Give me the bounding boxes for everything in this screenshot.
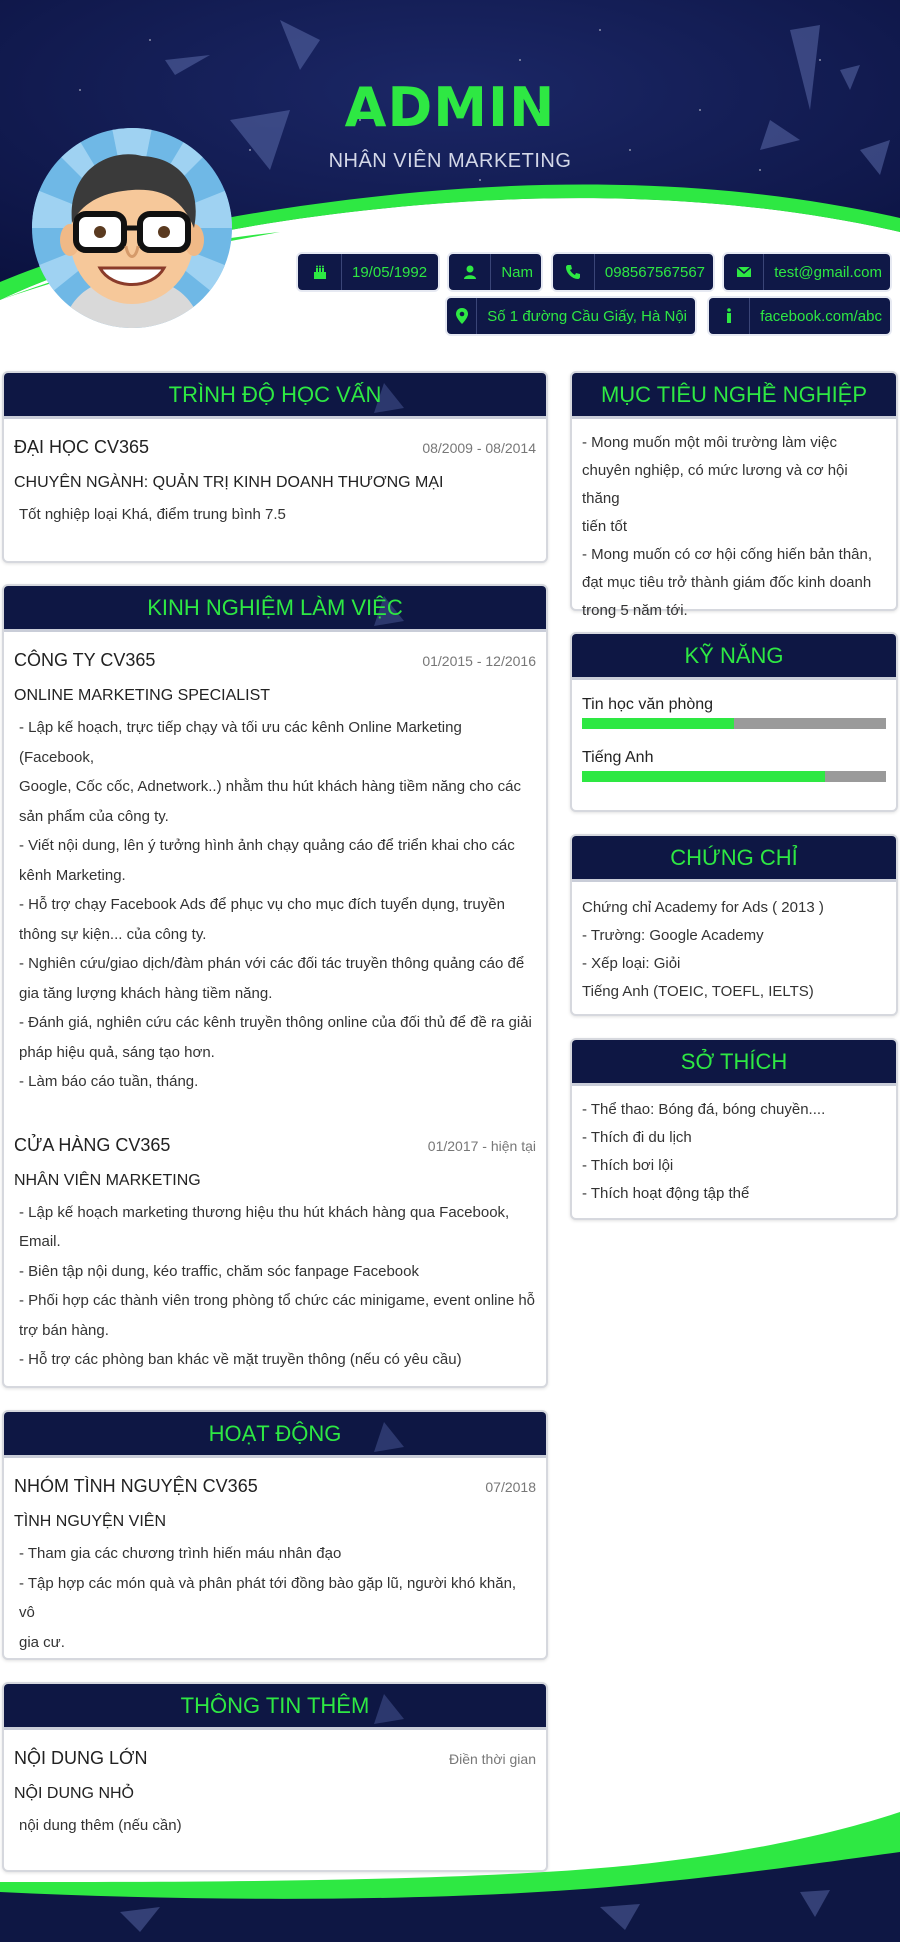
- experience-section: KINH NGHIỆM LÀM VIỆC CÔNG TY CV365 01/20…: [2, 584, 548, 1388]
- envelope-icon: [724, 254, 765, 290]
- hobby-line: - Thích hoạt động tập thể: [582, 1185, 750, 1202]
- phone-icon: [553, 254, 595, 290]
- job-role: NHÂN VIÊN MARKETING: [14, 1171, 201, 1189]
- hobby-line: - Thể thao: Bóng đá, bóng chuyền....: [582, 1101, 826, 1118]
- hobbies-section: SỞ THÍCH - Thể thao: Bóng đá, bóng chuyề…: [570, 1038, 898, 1220]
- additional-date: Điền thời gian: [448, 1751, 536, 1767]
- section-heading: SỞ THÍCH: [572, 1040, 896, 1086]
- skill-item: Tin học văn phòng: [582, 696, 886, 729]
- certificate-line: Tiếng Anh (TOEIC, TOEFL, IELTS): [582, 983, 814, 1000]
- info-icon: [709, 298, 751, 334]
- activity-description: - Tham gia các chương trình hiến máu nhâ…: [19, 1545, 517, 1651]
- major: CHUYÊN NGÀNH: QUẢN TRỊ KINH DOANH THƯƠNG…: [14, 474, 444, 491]
- activity-date: 07/2018: [485, 1479, 536, 1495]
- activity-role: TÌNH NGUYỆN VIÊN: [14, 1513, 167, 1530]
- hobby-line: - Thích đi du lịch: [582, 1129, 692, 1146]
- candidate-name: ADMIN: [344, 76, 556, 139]
- skill-level-bar: [582, 771, 886, 782]
- skill-level-fill: [582, 718, 734, 729]
- footer-background: [0, 1812, 900, 1942]
- job-role: ONLINE MARKETING SPECIALIST: [14, 687, 271, 704]
- job-description: - Lập kế hoạch marketing thương hiệu thu…: [19, 1203, 536, 1369]
- section-heading: TRÌNH ĐỘ HỌC VẤN: [4, 373, 546, 419]
- career-objective-section: MỤC TIÊU NGHỀ NGHIỆP - Mong muốn một môi…: [570, 371, 898, 619]
- job-date: 01/2017 - hiện tại: [427, 1137, 536, 1154]
- skill-item: Tiếng Anh: [582, 749, 886, 782]
- section-heading: MỤC TIÊU NGHỀ NGHIỆP: [572, 373, 896, 419]
- skills-section: KỸ NĂNG Tin học văn phòng Tiếng Anh: [570, 632, 898, 812]
- contact-phone: 098567567567: [551, 252, 715, 292]
- hobby-line: - Thích bơi lội: [582, 1157, 674, 1174]
- objective-line: - Mong muốn có cơ hội cống hiến bản thân…: [582, 546, 873, 563]
- additional-subtitle: NỘI DUNG NHỎ: [14, 1785, 134, 1802]
- objective-line: chuyên nghiệp, có mức lương và cơ hội th…: [582, 462, 848, 507]
- objective-line: tiến tốt: [582, 518, 628, 535]
- certificate-line: Chứng chỉ Academy for Ads ( 2013 ): [582, 899, 824, 916]
- organization-name: NHÓM TÌNH NGUYỆN CV365: [14, 1476, 258, 1496]
- objective-line: đạt mục tiêu trở thành giám đốc kinh doa…: [582, 574, 872, 591]
- objective-line: trong 5 năm tới.: [582, 602, 688, 619]
- section-heading: CHỨNG CHỈ: [572, 836, 896, 882]
- school-name: ĐẠI HỌC CV365: [14, 437, 150, 457]
- contact-gender: Nam: [447, 252, 543, 292]
- certificates-section: CHỨNG CHỈ Chứng chỉ Academy for Ads ( 20…: [570, 834, 898, 1016]
- education-section: TRÌNH ĐỘ HỌC VẤN ĐẠI HỌC CV365 08/2009 -…: [2, 371, 548, 563]
- company-name: CÔNG TY CV365: [14, 650, 156, 670]
- additional-title: NỘI DUNG LỚN: [14, 1748, 148, 1768]
- job-description: - Lập kế hoạch, trực tiếp chạy và tối ưu…: [19, 719, 532, 1090]
- contact-email: test@gmail.com: [722, 252, 892, 292]
- company-name: CỬA HÀNG CV365: [14, 1134, 171, 1155]
- section-heading: KỸ NĂNG: [572, 634, 896, 680]
- objective-line: - Mong muốn một môi trường làm việc: [582, 434, 837, 451]
- skill-level-fill: [582, 771, 826, 782]
- job-date: 01/2015 - 12/2016: [422, 653, 536, 669]
- candidate-job-title: NHÂN VIÊN MARKETING: [328, 150, 572, 172]
- certificate-line: - Trường: Google Academy: [582, 927, 764, 944]
- section-heading: KINH NGHIỆM LÀM VIỆC: [4, 586, 546, 632]
- section-heading: THÔNG TIN THÊM: [4, 1684, 546, 1730]
- map-marker-icon: [447, 298, 478, 334]
- user-icon: [449, 254, 492, 290]
- education-description: Tốt nghiệp loại Khá, điểm trung bình 7.5: [19, 506, 286, 523]
- section-heading: HOẠT ĐỘNG: [4, 1412, 546, 1458]
- contact-birthday: 19/05/1992: [296, 252, 440, 292]
- birthday-cake-icon: [298, 254, 342, 290]
- contact-address: Số 1 đường Cầu Giấy, Hà Nội: [445, 296, 697, 336]
- contact-facebook: facebook.com/abc: [707, 296, 892, 336]
- certificate-line: - Xếp loại: Giỏi: [582, 955, 681, 972]
- activities-section: HOẠT ĐỘNG NHÓM TÌNH NGUYỆN CV365 07/2018…: [2, 1410, 548, 1660]
- skill-level-bar: [582, 718, 886, 729]
- education-date: 08/2009 - 08/2014: [422, 440, 536, 456]
- avatar: [32, 128, 232, 328]
